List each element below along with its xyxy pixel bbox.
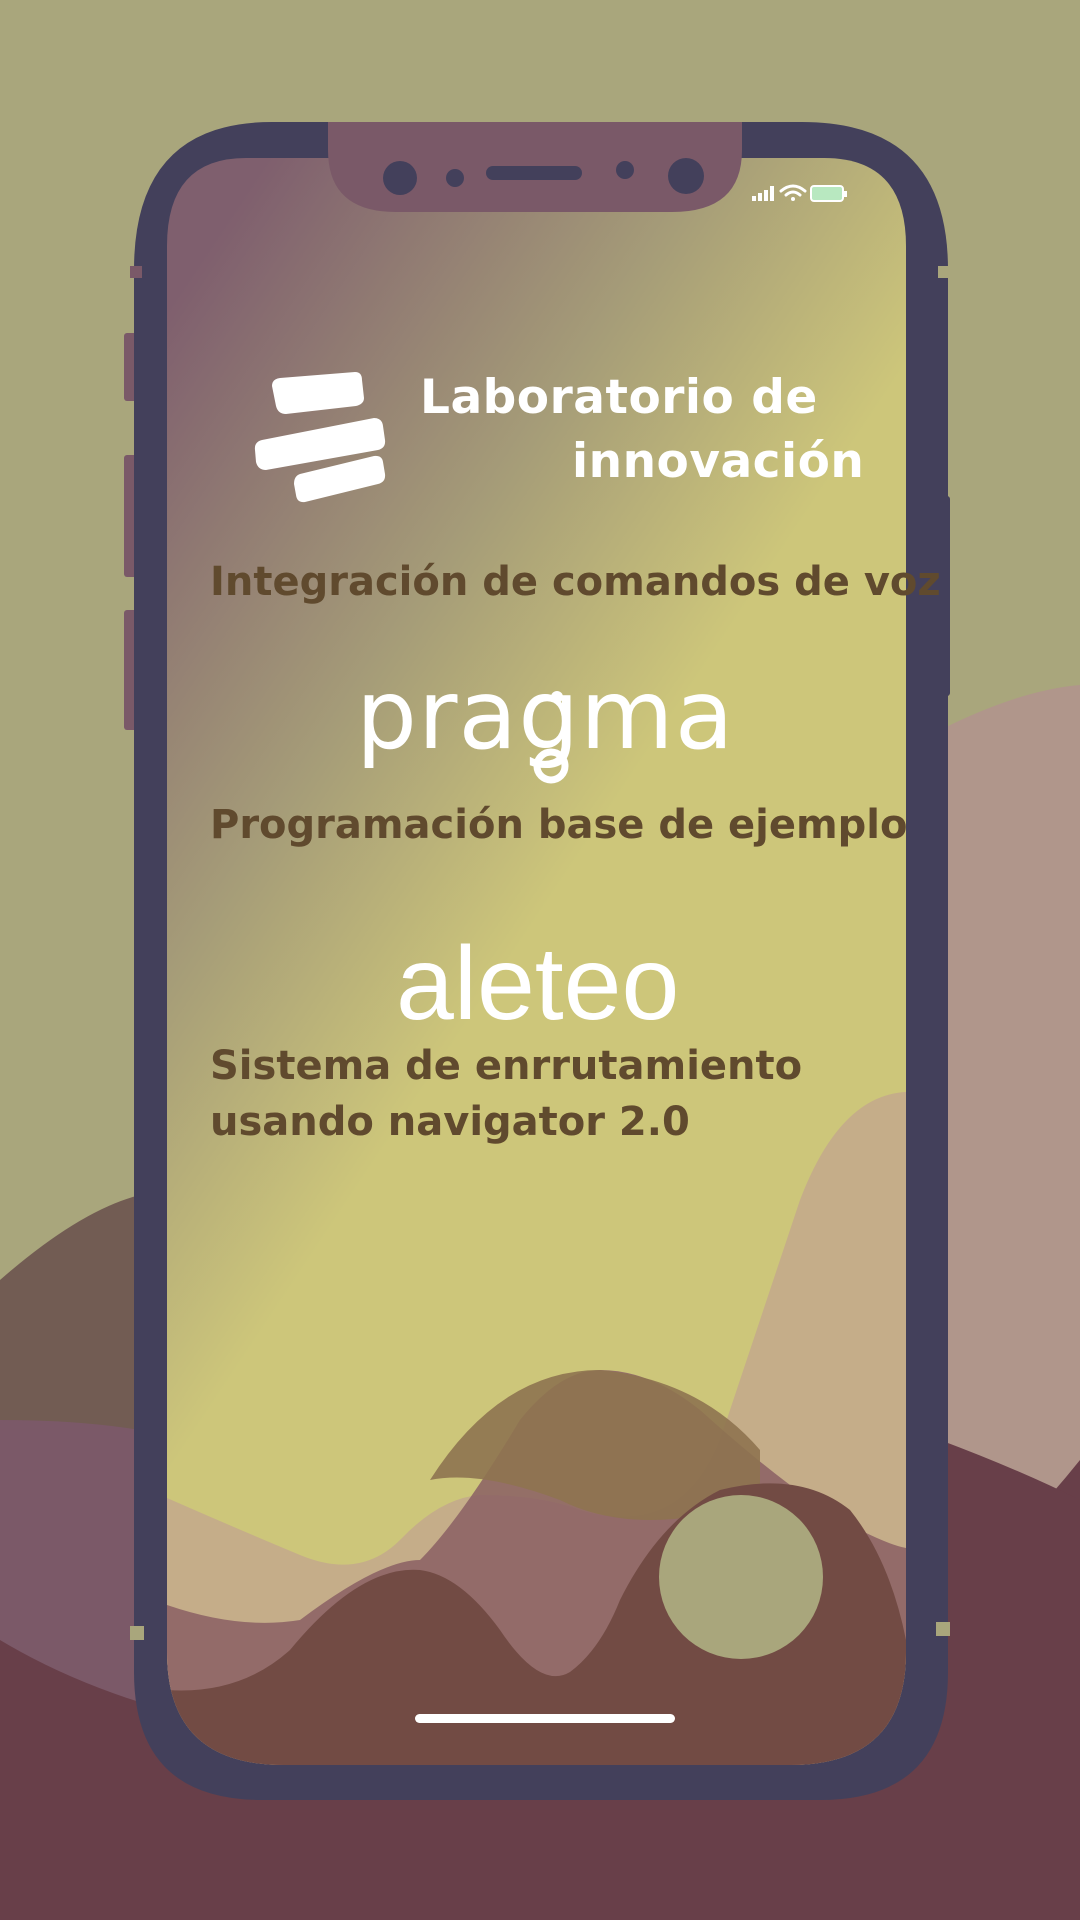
lab-title: Laboratorio de innovación [420,366,865,494]
notch-speaker [486,166,582,180]
notch-sensor-right [616,161,634,179]
battery-icon [810,185,847,202]
section-routing-line2: usando navigator 2.0 [210,1099,690,1145]
splash-screen: Laboratorio de innovación Integración de… [0,0,1080,1920]
section-routing-line1: Sistema de enrrutamiento [210,1043,803,1089]
notch-camera-right [668,158,704,194]
aleteo-logo: aleteo [396,926,680,1042]
notch-camera-left [383,161,417,195]
section-voice-commands-label: Integración de comandos de voz [210,559,941,605]
bg-hill-right-dark [940,1440,1080,1920]
screen-sun [659,1495,823,1659]
section-base-programming-label: Programación base de ejemplo [210,802,908,848]
section-routing-label: Sistema de enrrutamiento usando navigato… [210,1038,802,1150]
home-indicator[interactable] [415,1714,675,1723]
notch-sensor-left [446,169,464,187]
lab-title-line2: innovación [572,434,865,489]
lab-title-line1: Laboratorio de [420,370,818,425]
pragma-logo: pragma [356,659,735,771]
